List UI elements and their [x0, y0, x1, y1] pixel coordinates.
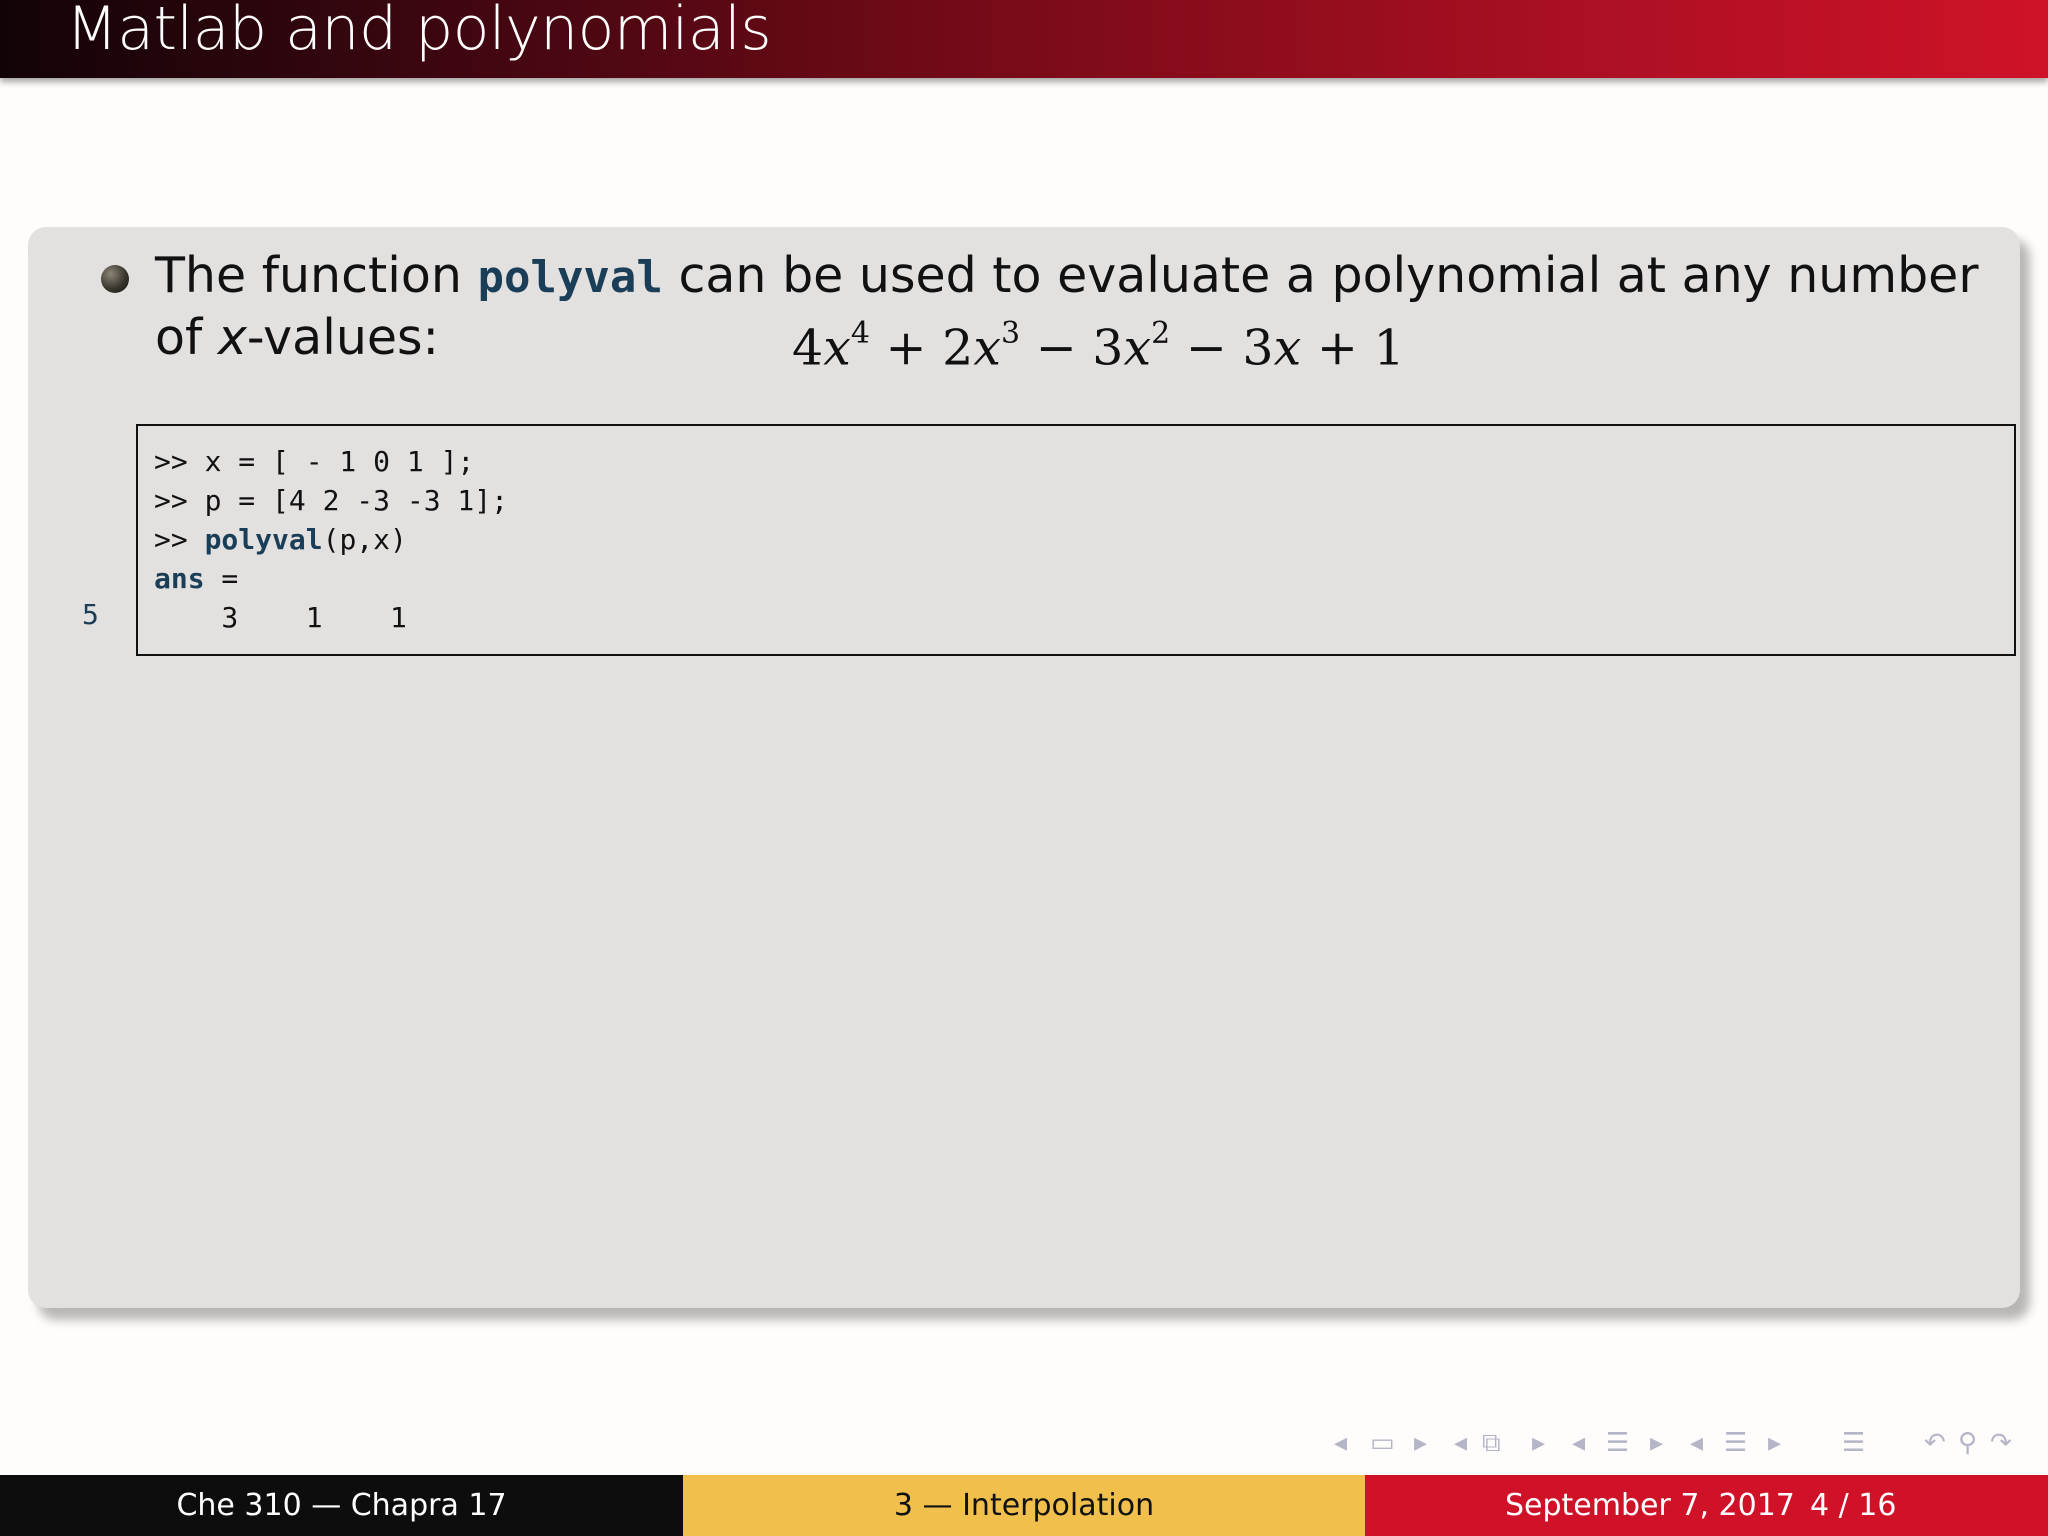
- bullet-line-2: of x-values:: [155, 307, 439, 369]
- nav-left-arrow-icon[interactable]: ◂: [1690, 1428, 1703, 1458]
- code-line-3-args: (p,x): [322, 523, 407, 556]
- term4-var: x: [1273, 319, 1302, 377]
- polyval-keyword: polyval: [477, 252, 663, 303]
- polynomial-formula: 4x4 + 2x3 − 3x2 − 3x + 1: [792, 303, 1405, 383]
- frame-icon[interactable]: ▭: [1370, 1428, 1395, 1458]
- code-line-1: >> x = [ - 1 0 1 ];: [154, 445, 475, 478]
- bullet-text-after: can be used to evaluate a polynomial at …: [662, 247, 1979, 304]
- section-icon[interactable]: ☰: [1606, 1428, 1629, 1458]
- slides-icon[interactable]: ⧉: [1482, 1428, 1501, 1459]
- title-bar: Matlab and polynomials: [0, 0, 2048, 78]
- nav-right-arrow-icon[interactable]: ▸: [1532, 1428, 1545, 1458]
- term4-coef: 3: [1242, 319, 1274, 377]
- toc-icon[interactable]: ☰: [1842, 1428, 1865, 1458]
- nav-right-arrow-icon[interactable]: ▸: [1414, 1428, 1427, 1458]
- nav-left-arrow-icon[interactable]: ◂: [1454, 1428, 1467, 1458]
- footer-date: September 7, 2017: [1505, 1488, 1795, 1523]
- term3-var: x: [1123, 319, 1152, 377]
- op4: +: [1301, 319, 1374, 377]
- op3: −: [1170, 319, 1243, 377]
- term2-exp: 3: [1000, 316, 1021, 351]
- subsection-icon[interactable]: ☰: [1724, 1428, 1747, 1458]
- footer-page-number: 4 / 16: [1810, 1488, 1897, 1523]
- code-line-2: >> p = [4 2 -3 -3 1];: [154, 484, 509, 517]
- footer-section: 3 — Interpolation: [683, 1475, 1365, 1536]
- line2-prefix: of: [155, 309, 218, 366]
- term3-coef: 3: [1092, 319, 1124, 377]
- search-icon[interactable]: ⚲: [1958, 1428, 1977, 1458]
- code-line-3-prompt: >>: [154, 523, 205, 556]
- bullet-icon: [101, 265, 129, 293]
- slide-title: Matlab and polynomials: [66, 0, 772, 64]
- nav-right-arrow-icon[interactable]: ▸: [1650, 1428, 1663, 1458]
- redo-icon[interactable]: ↷: [1990, 1428, 2012, 1458]
- term1-var: x: [823, 319, 851, 377]
- bullet-line-1: The function polyval can be used to eval…: [155, 245, 2005, 309]
- code-line-4-keyword: ans: [154, 562, 205, 595]
- beamer-navigation: ◂ ▭ ▸ ◂ ⧉ ▸ ◂ ☰ ▸ ◂ ☰ ▸ ☰ ↶ ⚲ ↷: [1330, 1428, 2030, 1460]
- code-line-4: ans =: [154, 559, 238, 598]
- footer-date-page: September 7, 2017 4 / 16: [1365, 1475, 2048, 1536]
- op1: +: [869, 319, 943, 377]
- nav-right-arrow-icon[interactable]: ▸: [1768, 1428, 1781, 1458]
- footer-author: Che 310 — Chapra 17: [0, 1475, 683, 1536]
- content-block: [28, 227, 2020, 1308]
- term1-exp: 4: [850, 316, 870, 351]
- nav-left-arrow-icon[interactable]: ◂: [1334, 1428, 1347, 1458]
- code-line-3: >> polyval(p,x): [154, 520, 407, 559]
- term2-var: x: [973, 319, 1001, 377]
- bullet-text-before: The function: [155, 247, 478, 304]
- code-line-3-keyword: polyval: [204, 523, 323, 556]
- term3-exp: 2: [1151, 316, 1171, 351]
- term5-const: 1: [1373, 319, 1405, 377]
- footer-bar: Che 310 — Chapra 17 3 — Interpolation Se…: [0, 1475, 2048, 1536]
- code-line-5: 3 1 1: [154, 601, 407, 634]
- term1-coef: 4: [792, 319, 824, 377]
- op2: −: [1020, 319, 1093, 377]
- nav-left-arrow-icon[interactable]: ◂: [1572, 1428, 1585, 1458]
- term2-coef: 2: [942, 319, 974, 377]
- code-line-4-rest: =: [204, 562, 239, 595]
- line2-suffix: -values:: [246, 309, 440, 366]
- line2-var: x: [217, 309, 247, 366]
- code-line-number: 5: [82, 598, 99, 631]
- undo-icon[interactable]: ↶: [1924, 1428, 1946, 1458]
